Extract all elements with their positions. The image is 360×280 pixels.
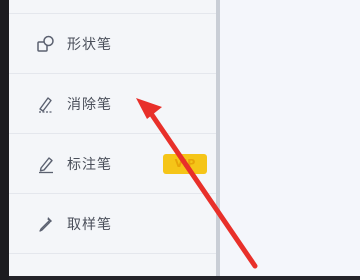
menu-item-label: 形状笔: [67, 37, 112, 53]
vip-badge: VIP: [163, 154, 207, 174]
menu-item-partial-bottom: [9, 255, 216, 276]
menu-item-partial-top: [9, 0, 216, 14]
menu-item-label: 取样笔: [67, 217, 112, 233]
window-edge: [0, 0, 9, 280]
menu-item-label: 标注笔: [67, 157, 112, 173]
annotate-pen-icon: [39, 157, 53, 174]
menu-item-shape-pen[interactable]: 形状笔: [9, 15, 216, 74]
shape-icon: [37, 35, 54, 52]
eyedropper-icon: [39, 217, 52, 232]
pen-tool-menu: 形状笔 消除笔 标注笔 VIP 取样笔: [9, 0, 216, 276]
eraser-pen-icon: [39, 97, 53, 113]
menu-item-annotate-pen[interactable]: 标注笔 VIP: [9, 135, 216, 194]
canvas-area: [220, 0, 360, 276]
menu-item-eyedropper-pen[interactable]: 取样笔: [9, 195, 216, 254]
menu-item-label: 消除笔: [67, 97, 112, 113]
window-bottom-edge: [9, 276, 360, 280]
screenshot-frame: 形状笔 消除笔 标注笔 VIP 取样笔: [0, 0, 360, 280]
menu-item-eraser-pen[interactable]: 消除笔: [9, 75, 216, 134]
